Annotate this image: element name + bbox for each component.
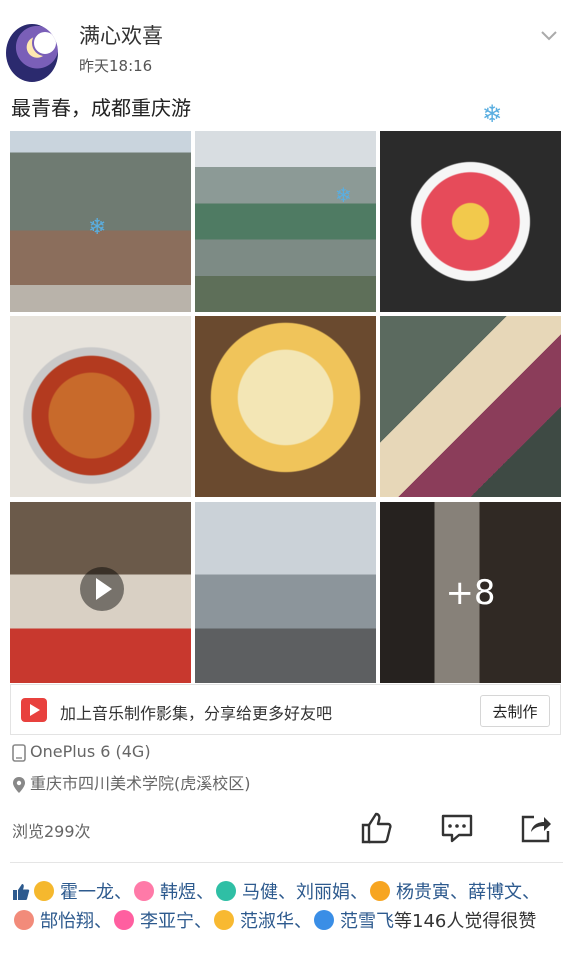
play-icon[interactable] (80, 567, 124, 611)
post-header: 满心欢喜 昨天18:16 (0, 0, 573, 90)
location-icon (13, 776, 25, 793)
liker-name[interactable]: 杨贵寅 (396, 882, 450, 903)
avatar (314, 910, 334, 930)
divider (10, 862, 563, 863)
thumb-up-icon[interactable] (359, 811, 393, 845)
chevron-down-icon[interactable] (540, 27, 558, 45)
video-play-icon (21, 698, 47, 722)
separator: 、 (196, 882, 214, 903)
snowflake-icon: ❄ (482, 100, 503, 128)
device-info: OnePlus 6 (4G) (12, 742, 151, 762)
timestamp: 昨天18:16 (79, 57, 153, 75)
separator: 、 (278, 882, 296, 903)
avatar (114, 910, 134, 930)
avatar[interactable] (6, 24, 58, 82)
photo-thumbnail[interactable]: ❄ (10, 131, 191, 312)
likes-list: 霍一龙、 韩煜、 马健、刘丽娟、 杨贵寅、薛博文、郜怡翔、 李亚宁、 范淑华、 范雪飞等14… (12, 878, 560, 936)
liker-name[interactable]: 霍一龙 (60, 882, 114, 903)
avatar (370, 881, 390, 901)
view-count: 浏览299次 (12, 822, 91, 841)
avatar (216, 881, 236, 901)
post-title: 最青春，成都重庆游 (11, 96, 191, 120)
liker-name[interactable]: 范雪飞 (340, 911, 394, 932)
device-icon (12, 743, 26, 762)
separator: 、 (522, 882, 540, 903)
thumb-up-icon (13, 884, 30, 900)
video-thumbnail[interactable] (10, 502, 191, 683)
likes-count-text: 等146人觉得很赞 (394, 911, 537, 932)
liker-name[interactable]: 马健 (242, 882, 278, 903)
liker-name[interactable]: 薛博文 (468, 882, 522, 903)
location-info[interactable]: 重庆市四川美术学院(虎溪校区) (12, 770, 251, 794)
liker-name[interactable]: 韩煜 (160, 882, 196, 903)
liker-name[interactable]: 刘丽娟 (296, 882, 350, 903)
photo-thumbnail[interactable] (380, 316, 561, 497)
avatar (214, 910, 234, 930)
photo-grid: ❄ ❄ +8 (10, 131, 561, 683)
liker-name[interactable]: 李亚宁 (140, 911, 194, 932)
snowflake-icon: ❄ (335, 183, 352, 207)
avatar (14, 910, 34, 930)
share-icon[interactable] (519, 811, 553, 845)
location-label[interactable]: 重庆市四川美术学院(虎溪校区) (30, 774, 251, 793)
avatar (134, 881, 154, 901)
separator: 、 (294, 911, 312, 932)
photo-thumbnail[interactable] (380, 131, 561, 312)
music-prompt-text: 加上音乐制作影集，分享给更多好友吧 (60, 704, 333, 723)
comment-icon[interactable] (440, 811, 474, 845)
username[interactable]: 满心欢喜 (79, 20, 163, 50)
separator: 、 (114, 882, 132, 903)
liker-name[interactable]: 郜怡翔 (40, 911, 94, 932)
photo-thumbnail[interactable] (195, 502, 376, 683)
photo-thumbnail[interactable]: ❄ (195, 131, 376, 312)
more-photos-count[interactable]: +8 (380, 502, 561, 683)
photo-thumbnail[interactable] (195, 316, 376, 497)
snowflake-icon: ❄ (88, 215, 107, 240)
separator: 、 (450, 882, 468, 903)
music-album-prompt: 加上音乐制作影集，分享给更多好友吧 去制作 (10, 684, 561, 735)
photo-thumbnail[interactable]: +8 (380, 502, 561, 683)
separator: 、 (350, 882, 368, 903)
separator: 、 (94, 911, 112, 932)
make-album-button[interactable]: 去制作 (480, 695, 550, 727)
avatar (34, 881, 54, 901)
photo-thumbnail[interactable] (10, 316, 191, 497)
separator: 、 (194, 911, 212, 932)
liker-name[interactable]: 范淑华 (240, 911, 294, 932)
device-label: OnePlus 6 (4G) (30, 742, 151, 761)
